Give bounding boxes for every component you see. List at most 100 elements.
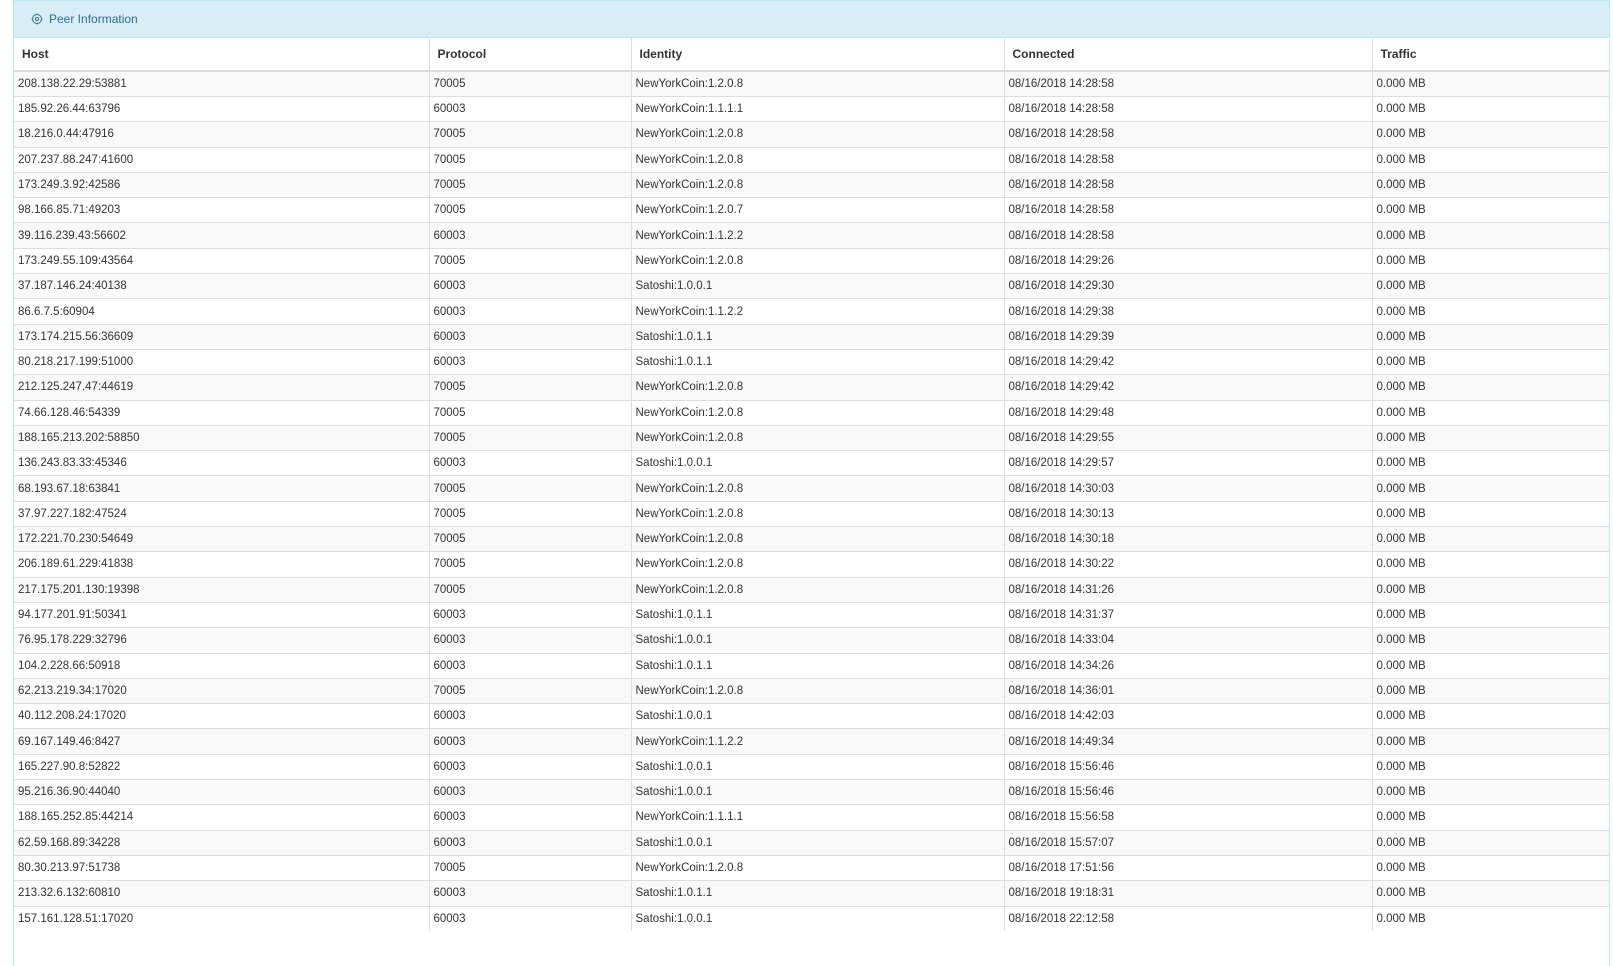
protocol-cell: 60003 (429, 905, 632, 932)
protocol-cell: 70005 (429, 500, 632, 527)
host-cell: 165.227.90.8:52822 (14, 753, 430, 780)
connected-cell: 08/16/2018 15:57:07 (1004, 829, 1373, 856)
column-header-connected[interactable]: Connected (1004, 38, 1373, 72)
table-row[interactable]: 37.187.146.24:40138 60003 Satoshi:1.0.0.1 0… (14, 273, 1609, 299)
host-cell: 68.193.67.18:63841 (14, 475, 430, 502)
host-cell: 188.165.213.202:58850 (14, 424, 430, 451)
protocol-cell: 70005 (429, 677, 632, 704)
identity-cell: NewYorkCoin:1.2.0.8 (631, 146, 1005, 173)
table-row[interactable]: 62.213.219.34:17020 70005 NewYorkCoin:1.2.… (14, 677, 1609, 704)
connected-cell: 08/16/2018 14:29:55 (1004, 424, 1373, 451)
column-header-identity[interactable]: Identity (631, 38, 1005, 72)
table-row[interactable]: 76.95.178.229:32796 60003 Satoshi:1.0.0.1 0… (14, 627, 1609, 654)
identity-cell: Satoshi:1.0.1.1 (631, 323, 1005, 350)
protocol-cell: 60003 (429, 728, 632, 755)
protocol-cell: 60003 (429, 703, 632, 729)
protocol-cell: 60003 (429, 601, 632, 628)
table-row[interactable]: 62.59.168.89:34228 60003 Satoshi:1.0.0.1 08… (14, 829, 1609, 856)
traffic-cell: 0.000 MB (1372, 905, 1609, 932)
table-row[interactable]: 104.2.228.66:50918 60003 Satoshi:1.0.1.1 08… (14, 652, 1609, 679)
host-cell: 76.95.178.229:32796 (14, 627, 430, 654)
host-cell: 40.112.208.24:17020 (14, 703, 430, 729)
protocol-cell: 70005 (429, 399, 632, 426)
traffic-cell: 0.000 MB (1372, 247, 1609, 274)
traffic-cell: 0.000 MB (1372, 500, 1609, 527)
table-row[interactable]: 165.227.90.8:52822 60003 Satoshi:1.0.0.1 08… (14, 753, 1609, 780)
table-row[interactable]: 39.116.239.43:56602 60003 NewYorkCoin:1.1.… (14, 222, 1609, 249)
identity-cell: NewYorkCoin:1.2.0.8 (631, 374, 1005, 401)
table-row[interactable]: 98.166.85.71:49203 70005 NewYorkCoin:1.2.0… (14, 197, 1609, 223)
protocol-cell: 70005 (429, 475, 632, 502)
table-row[interactable]: 208.138.22.29:53881 70005 NewYorkCoin:1.2.… (14, 70, 1609, 97)
table-row[interactable]: 172.221.70.230:54649 70005 NewYorkCoin:1.2… (14, 526, 1609, 552)
table-row[interactable]: 173.249.3.92:42586 70005 NewYorkCoin:1.2.0… (14, 171, 1609, 198)
table-row[interactable]: 188.165.252.85:44214 60003 NewYorkCoin:1.1… (14, 804, 1609, 831)
table-row[interactable]: 37.97.227.182:47524 70005 NewYorkCoin:1.2.… (14, 500, 1609, 527)
traffic-cell: 0.000 MB (1372, 298, 1609, 325)
table-row[interactable]: 173.249.55.109:43564 70005 NewYorkCoin:1.2… (14, 247, 1609, 274)
connected-cell: 08/16/2018 14:28:58 (1004, 70, 1373, 97)
identity-cell: Satoshi:1.0.0.1 (631, 627, 1005, 654)
identity-cell: NewYorkCoin:1.1.2.2 (631, 728, 1005, 755)
identity-cell: NewYorkCoin:1.2.0.8 (631, 70, 1005, 97)
identity-cell: Satoshi:1.0.1.1 (631, 601, 1005, 628)
table-row[interactable]: 40.112.208.24:17020 60003 Satoshi:1.0.0.1 0… (14, 703, 1609, 729)
host-cell: 208.138.22.29:53881 (14, 70, 430, 97)
connected-cell: 08/16/2018 14:28:58 (1004, 95, 1373, 122)
traffic-cell: 0.000 MB (1372, 171, 1609, 198)
identity-cell: NewYorkCoin:1.1.2.2 (631, 298, 1005, 325)
table-row[interactable]: 18.216.0.44:47916 70005 NewYorkCoin:1.2.0.… (14, 121, 1609, 148)
table-row[interactable]: 207.237.88.247:41600 70005 NewYorkCoin:1.2… (14, 146, 1609, 173)
connected-cell: 08/16/2018 14:29:42 (1004, 348, 1373, 375)
host-cell: 95.216.36.90:44040 (14, 779, 430, 805)
table-row[interactable]: 86.6.7.5:60904 60003 NewYorkCoin:1.1.2.2 08… (14, 298, 1609, 325)
host-cell: 18.216.0.44:47916 (14, 121, 430, 148)
identity-cell: Satoshi:1.0.1.1 (631, 880, 1005, 906)
host-cell: 188.165.252.85:44214 (14, 804, 430, 831)
table-row[interactable]: 206.189.61.229:41838 70005 NewYorkCoin:1.2… (14, 551, 1609, 578)
table-row[interactable]: 212.125.247.47:44619 70005 NewYorkCoin:1.2… (14, 374, 1609, 401)
column-header-host[interactable]: Host (14, 38, 430, 72)
table-row[interactable]: 94.177.201.91:50341 60003 Satoshi:1.0.1.1 0… (14, 601, 1609, 628)
peer-information-panel: Peer Information Host Protocol Identity … (13, 0, 1610, 966)
host-cell: 173.249.3.92:42586 (14, 171, 430, 198)
protocol-cell: 60003 (429, 273, 632, 299)
identity-cell: NewYorkCoin:1.2.0.8 (631, 171, 1005, 198)
traffic-cell: 0.000 MB (1372, 450, 1609, 476)
panel-title: Peer Information (49, 12, 138, 26)
traffic-cell: 0.000 MB (1372, 854, 1609, 881)
table-row[interactable]: 136.243.83.33:45346 60003 Satoshi:1.0.0.1 0… (14, 450, 1609, 476)
column-header-traffic[interactable]: Traffic (1372, 38, 1609, 72)
traffic-cell: 0.000 MB (1372, 753, 1609, 780)
table-row[interactable]: 80.218.217.199:51000 60003 Satoshi:1.0.1.1… (14, 348, 1609, 375)
table-row[interactable]: 185.92.26.44:63796 60003 NewYorkCoin:1.1.1… (14, 95, 1609, 122)
table-row[interactable]: 95.216.36.90:44040 60003 Satoshi:1.0.0.1 08… (14, 779, 1609, 805)
protocol-cell: 70005 (429, 70, 632, 97)
column-header-protocol[interactable]: Protocol (429, 38, 632, 72)
connected-cell: 08/16/2018 14:30:03 (1004, 475, 1373, 502)
identity-cell: NewYorkCoin:1.2.0.8 (631, 247, 1005, 274)
traffic-cell: 0.000 MB (1372, 627, 1609, 654)
table-row[interactable]: 188.165.213.202:58850 70005 NewYorkCoin:1.… (14, 424, 1609, 451)
connected-cell: 08/16/2018 17:51:56 (1004, 854, 1373, 881)
table-row[interactable]: 217.175.201.130:19398 70005 NewYorkCoin:1.… (14, 576, 1609, 603)
protocol-cell: 60003 (429, 779, 632, 805)
table-row[interactable]: 68.193.67.18:63841 70005 NewYorkCoin:1.2.0… (14, 475, 1609, 502)
protocol-cell: 70005 (429, 374, 632, 401)
protocol-cell: 60003 (429, 829, 632, 856)
connected-cell: 08/16/2018 14:29:48 (1004, 399, 1373, 426)
identity-cell: NewYorkCoin:1.2.0.8 (631, 500, 1005, 527)
table-row[interactable]: 69.167.149.46:8427 60003 NewYorkCoin:1.1.2… (14, 728, 1609, 755)
connected-cell: 08/16/2018 14:33:04 (1004, 627, 1373, 654)
table-row[interactable]: 157.161.128.51:17020 60003 Satoshi:1.0.0.1… (14, 905, 1609, 932)
table-row[interactable]: 213.32.6.132:60810 60003 Satoshi:1.0.1.1 08… (14, 880, 1609, 906)
table-row[interactable]: 173.174.215.56:36609 60003 Satoshi:1.0.1.1… (14, 323, 1609, 350)
protocol-cell: 60003 (429, 753, 632, 780)
table-row[interactable]: 74.66.128.46:54339 70005 NewYorkCoin:1.2.0… (14, 399, 1609, 426)
peers-icon (30, 12, 44, 26)
traffic-cell: 0.000 MB (1372, 829, 1609, 856)
identity-cell: Satoshi:1.0.0.1 (631, 829, 1005, 856)
connected-cell: 08/16/2018 14:28:58 (1004, 146, 1373, 173)
host-cell: 69.167.149.46:8427 (14, 728, 430, 755)
table-row[interactable]: 80.30.213.97:51738 70005 NewYorkCoin:1.2.0… (14, 854, 1609, 881)
